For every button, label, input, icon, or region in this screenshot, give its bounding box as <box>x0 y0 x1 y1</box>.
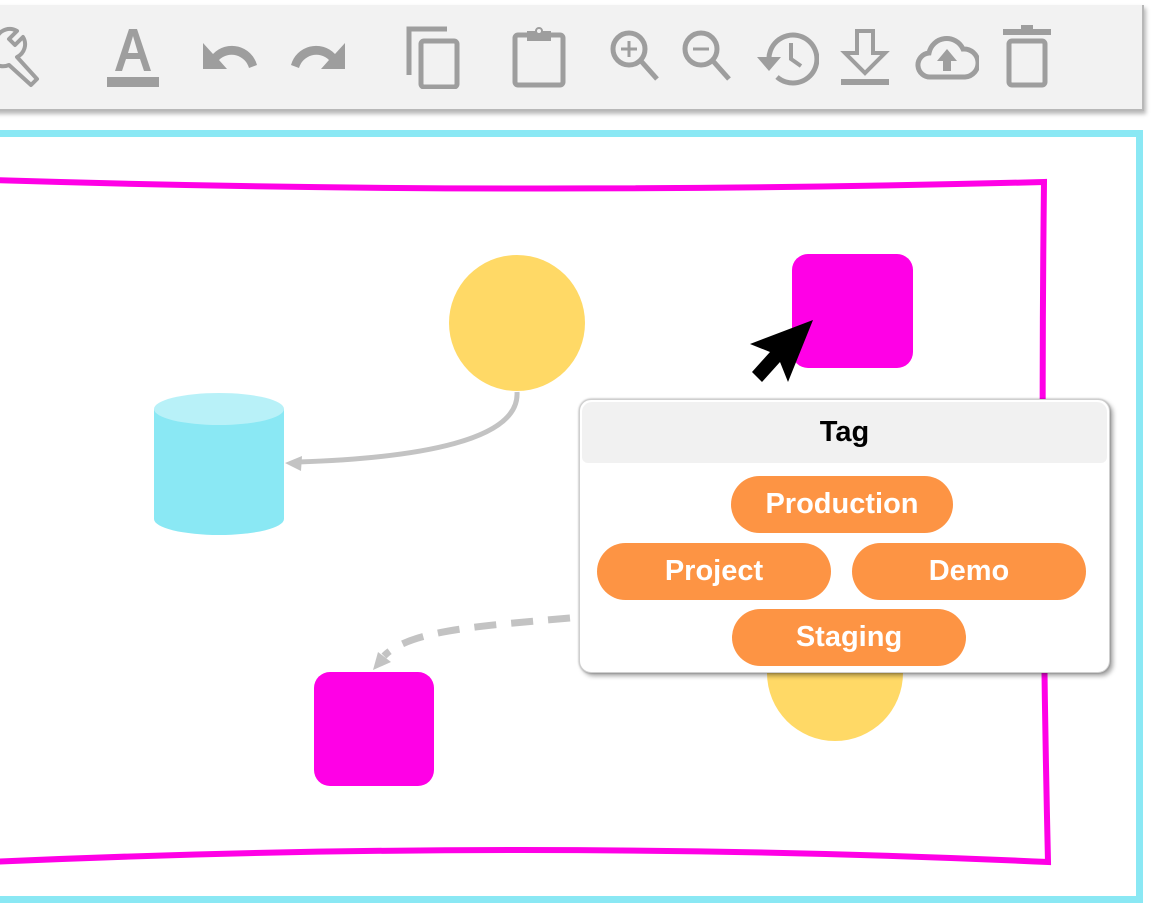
tag-popup: Tag Production Project Demo Staging <box>579 399 1110 673</box>
tag-chip-demo[interactable]: Demo <box>852 543 1086 600</box>
popup-title: Tag <box>819 416 870 448</box>
popup-header: Tag <box>582 402 1107 463</box>
circle-shape[interactable] <box>449 255 585 391</box>
tag-chip-project[interactable]: Project <box>597 543 831 600</box>
tag-chip-production[interactable]: Production <box>731 476 953 533</box>
connector-dashed[interactable] <box>373 614 571 670</box>
arrowhead-icon <box>285 456 302 471</box>
mouse-pointer-icon <box>750 320 813 382</box>
connector-solid[interactable] <box>285 391 520 471</box>
tag-chip-staging[interactable]: Staging <box>732 609 966 666</box>
rounded-square-shape[interactable] <box>314 672 434 786</box>
cylinder-shape[interactable] <box>154 393 284 535</box>
